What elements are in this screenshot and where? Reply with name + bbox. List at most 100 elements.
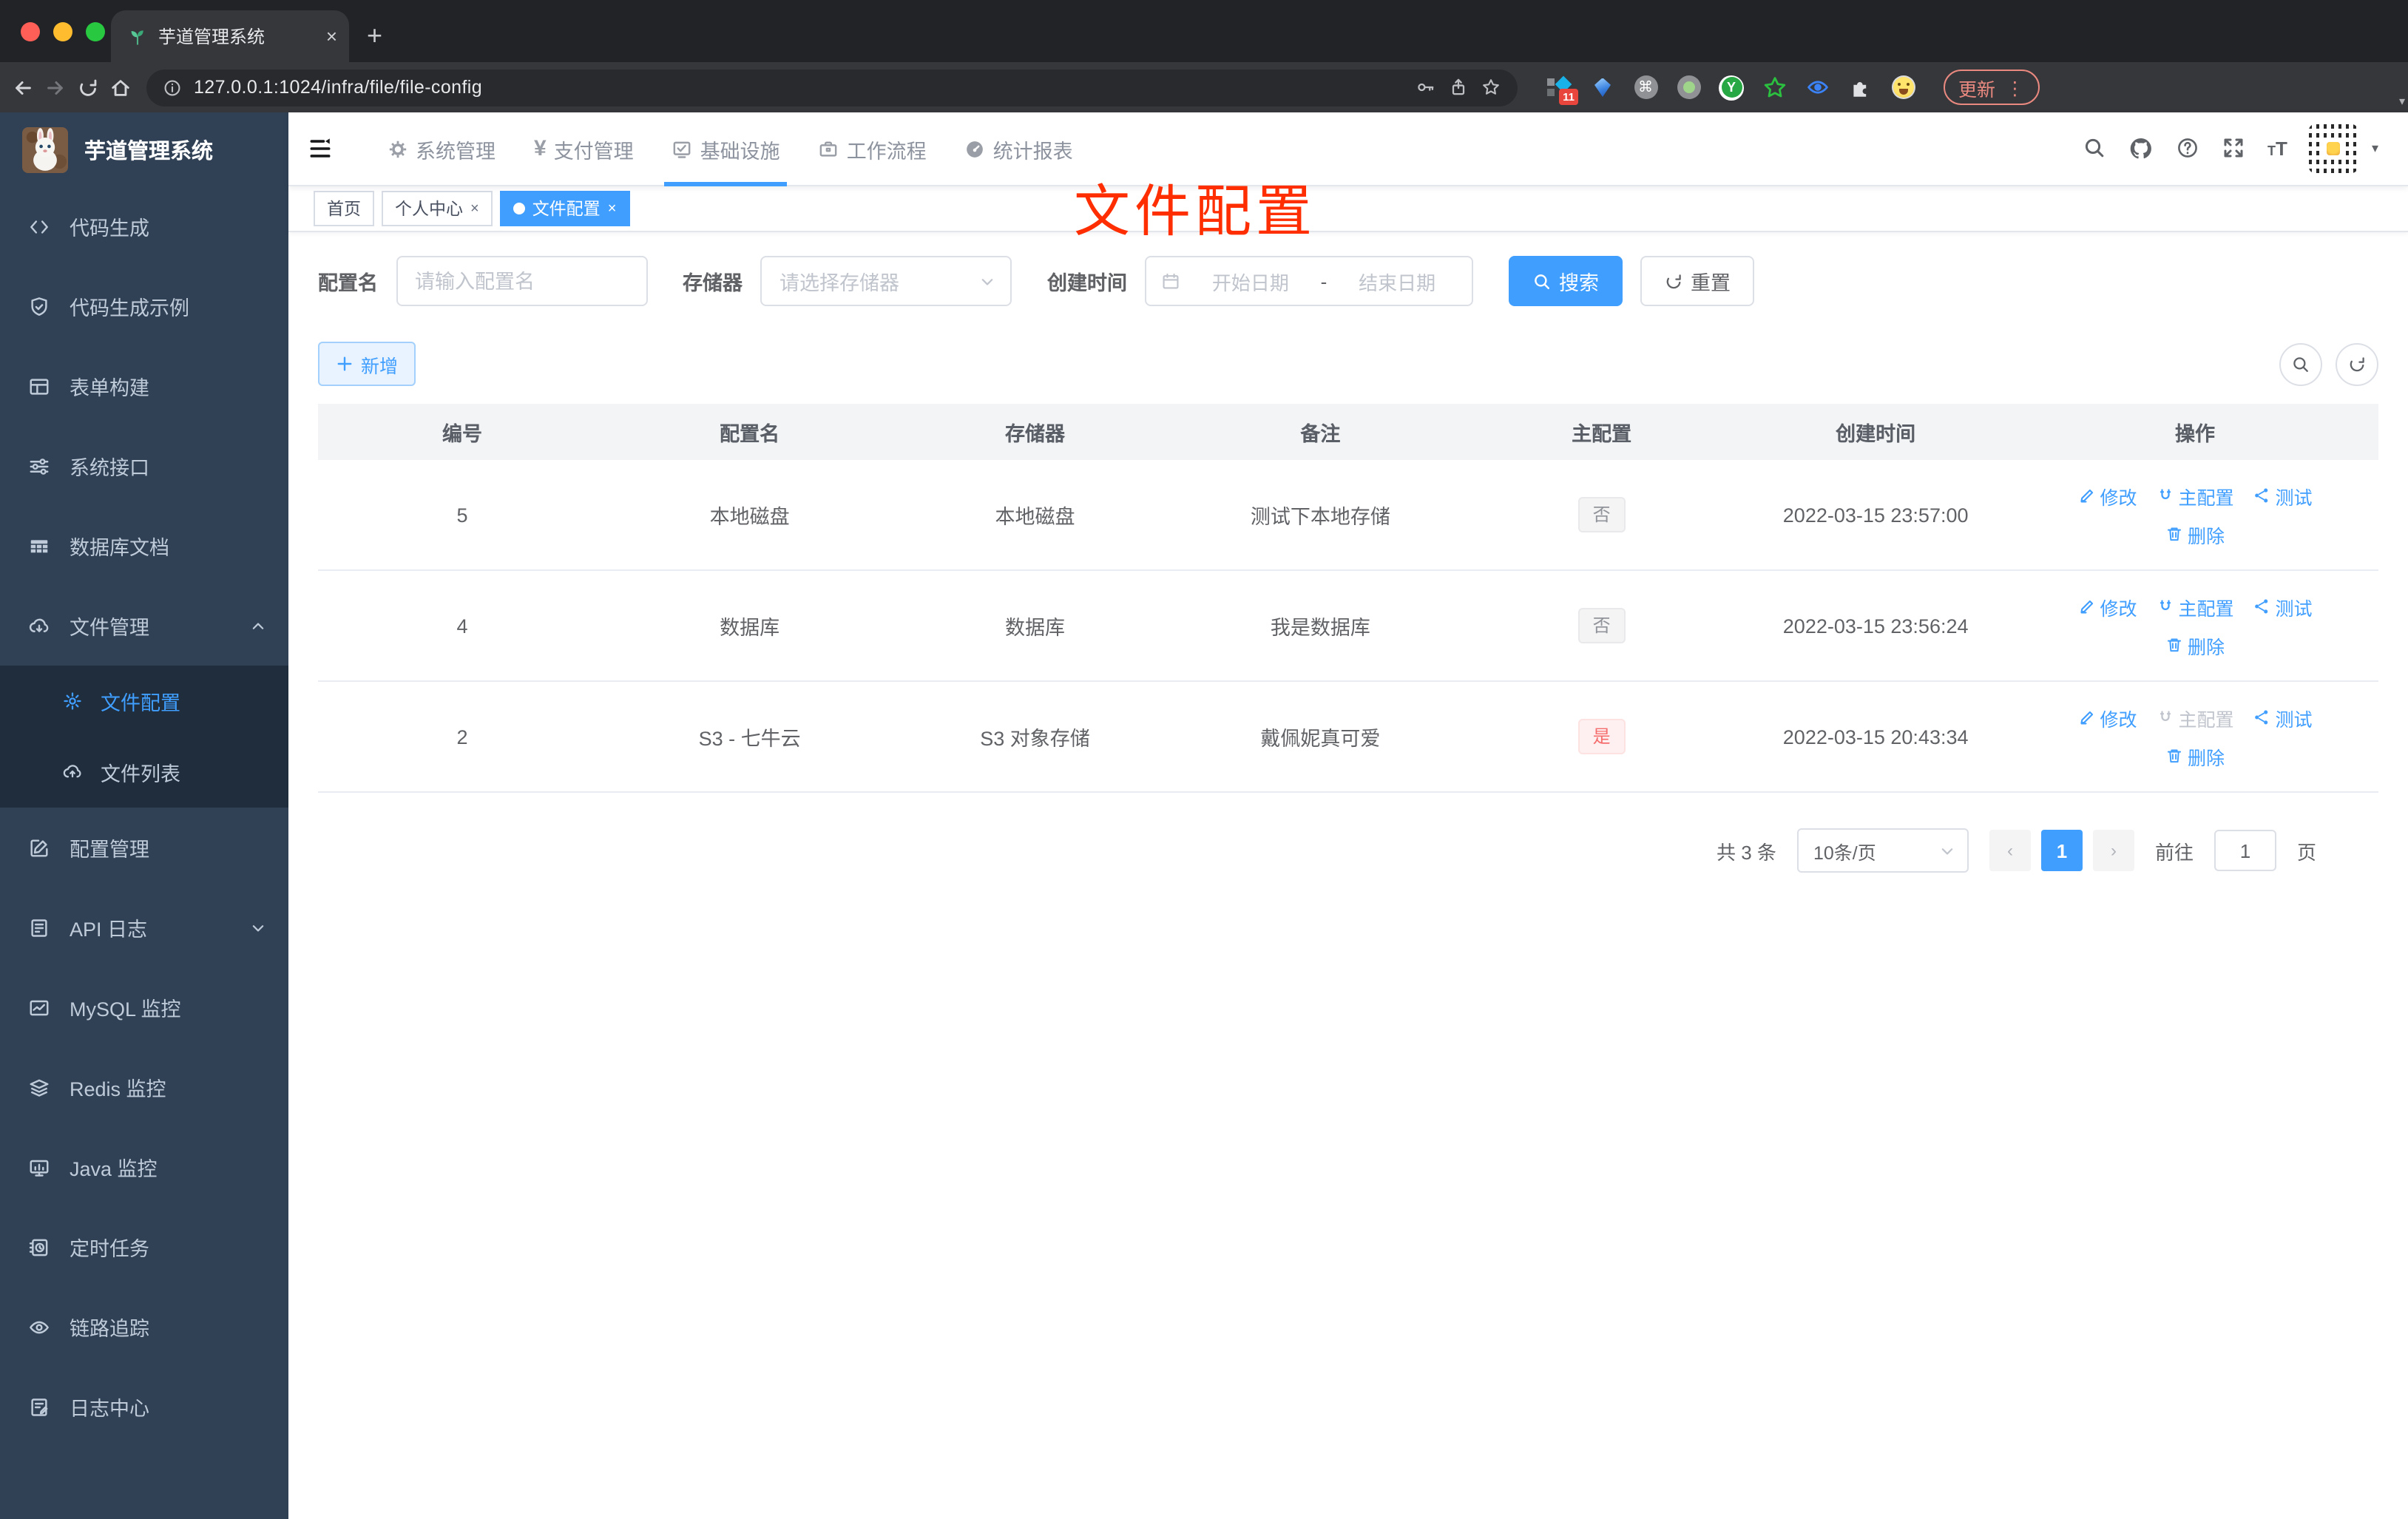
bookmark-star-icon[interactable] (1481, 77, 1501, 98)
sidebar-item-redis-monitor[interactable]: Redis 监控 (0, 1047, 288, 1127)
sidebar-item-config-management[interactable]: 配置管理 (0, 808, 288, 887)
sidebar-fold-icon[interactable] (308, 136, 333, 161)
sidebar-item-system-api[interactable]: 系统接口 (0, 426, 288, 506)
forward-button[interactable] (44, 76, 67, 98)
page-size-select[interactable]: 10条/页 (1796, 828, 1969, 873)
sidebar-item-api-log[interactable]: API 日志 (0, 887, 288, 967)
sidebar-item-file-config[interactable]: 文件配置 (0, 666, 288, 737)
nav-item-infrastructure[interactable]: 基础设施 (653, 112, 799, 186)
delete-link[interactable]: 删除 (2165, 742, 2225, 770)
sidebar-item-form-builder[interactable]: 表单构建 (0, 346, 288, 426)
reset-button[interactable]: 重置 (1640, 256, 1754, 306)
sidebar-item-file-list[interactable]: 文件列表 (0, 737, 288, 808)
sidebar-item-scheduled-tasks[interactable]: 定时任务 (0, 1207, 288, 1287)
nav-label: 统计报表 (992, 140, 1073, 162)
browser-tab[interactable]: 芋道管理系统 × (111, 10, 349, 62)
sidebar-item-mysql-monitor[interactable]: MySQL 监控 (0, 967, 288, 1047)
extension-command-icon[interactable]: ⌘ (1633, 75, 1658, 100)
extension-star-icon[interactable] (1762, 75, 1787, 100)
tag-label: 首页 (327, 201, 361, 219)
prev-page-button[interactable]: ‹ (1989, 830, 2031, 871)
sidebar-item-code-gen[interactable]: 代码生成 (0, 186, 288, 266)
master-link[interactable]: 主配置 (2157, 481, 2234, 510)
browser-update-chip[interactable]: 更新 ⋮ (1944, 70, 2040, 105)
tab-close-icon[interactable]: × (326, 25, 337, 47)
sidebar-logo[interactable]: 芋道管理系统 (0, 112, 288, 186)
tag-close-icon[interactable]: × (608, 200, 617, 217)
browser-menu-kebab-icon[interactable]: ⋮ (2006, 76, 2024, 98)
home-button[interactable] (109, 76, 132, 98)
search-icon[interactable] (2083, 135, 2106, 162)
config-name-input[interactable] (396, 256, 647, 306)
delete-link[interactable]: 删除 (2165, 520, 2225, 548)
extension-organizer-icon[interactable]: 11 (1547, 75, 1578, 104)
extensions-puzzle-icon[interactable] (1847, 75, 1873, 100)
test-link[interactable]: 测试 (2253, 481, 2313, 510)
edit-link[interactable]: 修改 (2077, 703, 2137, 731)
dashboard-gauge-icon (967, 141, 984, 157)
nav-item-reports[interactable]: 统计报表 (946, 112, 1092, 185)
gear-icon (389, 140, 407, 158)
tag-profile[interactable]: 个人中心 × (382, 191, 493, 226)
add-button[interactable]: 新增 (318, 342, 416, 386)
profile-emoji-icon[interactable] (1890, 75, 1915, 100)
extension-kite-icon[interactable] (1590, 75, 1615, 100)
cell-remark: 测试下本地存储 (1250, 506, 1390, 528)
edit-link[interactable]: 修改 (2077, 592, 2137, 620)
sidebar-item-tracing[interactable]: 链路追踪 (0, 1287, 288, 1367)
new-tab-button[interactable]: + (367, 21, 382, 52)
sidebar-item-java-monitor[interactable]: Java 监控 (0, 1127, 288, 1207)
toolbar-overflow-caret-icon[interactable]: ▾ (2399, 95, 2405, 108)
user-menu-caret-icon[interactable]: ▾ (2372, 141, 2378, 157)
search-icon (2293, 356, 2308, 371)
site-info-icon[interactable] (163, 78, 182, 97)
maximize-window-button[interactable] (86, 22, 105, 41)
sidebar-item-db-doc[interactable]: 数据库文档 (0, 506, 288, 586)
address-bar[interactable]: 127.0.0.1:1024/infra/file/file-config (146, 69, 1518, 106)
storage-select[interactable]: 请选择存储器 (760, 256, 1012, 306)
nav-item-workflow[interactable]: 工作流程 (799, 112, 946, 185)
cell-storage: S3 对象存储 (980, 728, 1090, 750)
extension-y-icon[interactable]: Y (1719, 75, 1744, 100)
sidebar-item-log-center[interactable]: 日志中心 (0, 1367, 288, 1447)
test-link[interactable]: 测试 (2253, 592, 2313, 620)
goto-page-input[interactable] (2213, 830, 2276, 871)
sidebar-item-code-gen-demo[interactable]: 代码生成示例 (0, 266, 288, 346)
red-annotation-text: 文件配置 (1074, 182, 1317, 244)
refresh-table-button[interactable] (2336, 342, 2378, 385)
nav-item-payment[interactable]: ¥ 支付管理 (515, 112, 653, 185)
url-text[interactable]: 127.0.0.1:1024/infra/file/file-config (194, 77, 1404, 98)
font-size-icon[interactable]: TT (2267, 138, 2287, 160)
sidebar-item-file-management[interactable]: 文件管理 (0, 586, 288, 666)
delete-link[interactable]: 删除 (2165, 631, 2225, 659)
current-page-button[interactable]: 1 (2040, 830, 2083, 871)
next-page-button[interactable]: › (2092, 830, 2134, 871)
tag-label: 文件配置 (532, 201, 601, 219)
password-key-icon[interactable] (1416, 77, 1436, 98)
toggle-search-button[interactable] (2279, 342, 2322, 385)
close-window-button[interactable] (21, 22, 40, 41)
tag-home[interactable]: 首页 (314, 191, 374, 226)
edit-link[interactable]: 修改 (2077, 481, 2137, 510)
test-link[interactable]: 测试 (2253, 703, 2313, 731)
extension-eye-icon[interactable] (1805, 75, 1830, 100)
date-range-picker[interactable]: 开始日期 - 结束日期 (1145, 256, 1473, 306)
share-icon[interactable] (1448, 77, 1469, 98)
search-button[interactable]: 搜索 (1509, 256, 1623, 306)
cell-remark: 戴佩妮真可爱 (1260, 728, 1381, 750)
fullscreen-icon[interactable] (2222, 135, 2245, 162)
goto-prefix: 前往 (2154, 841, 2194, 863)
window-controls[interactable] (21, 22, 105, 41)
master-link[interactable]: 主配置 (2157, 592, 2234, 620)
minimize-window-button[interactable] (53, 22, 72, 41)
tag-file-config[interactable]: 文件配置 × (499, 191, 630, 226)
help-icon[interactable] (2176, 135, 2199, 162)
extension-record-icon[interactable] (1676, 75, 1701, 100)
tag-close-icon[interactable]: × (470, 200, 479, 217)
user-avatar-qr[interactable] (2309, 124, 2358, 173)
magnet-icon (2160, 711, 2171, 722)
reload-button[interactable] (77, 76, 99, 98)
github-icon[interactable] (2128, 135, 2154, 162)
back-button[interactable] (12, 76, 34, 98)
nav-item-system[interactable]: 系统管理 (368, 112, 515, 185)
